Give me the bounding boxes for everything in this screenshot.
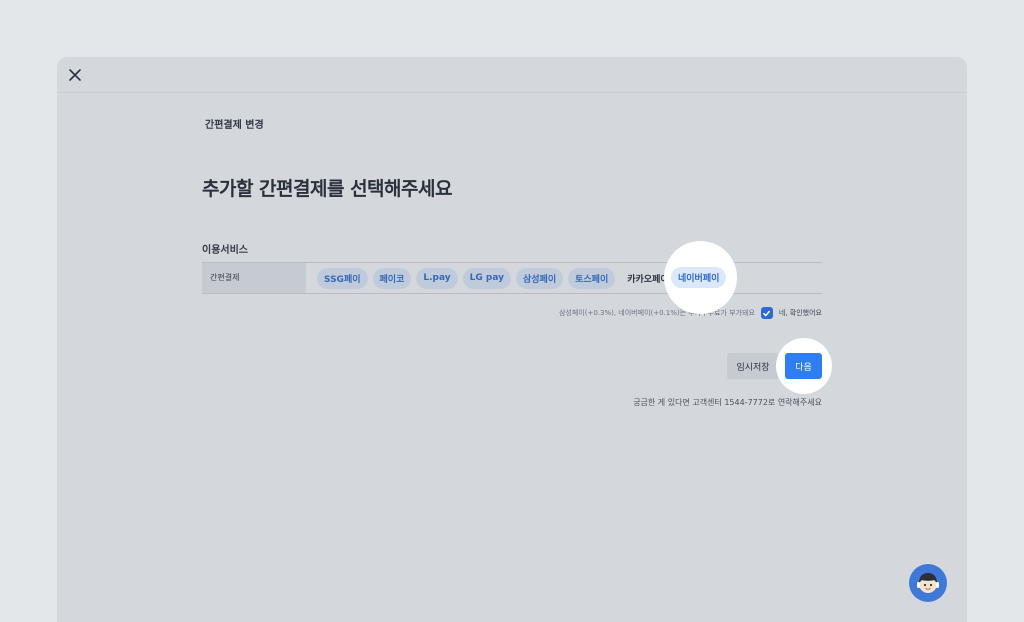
chip-ssgpay[interactable]: SSG페이 xyxy=(317,267,368,289)
support-chat-button[interactable] xyxy=(909,564,947,602)
chip-payco[interactable]: 페이코 xyxy=(372,267,412,289)
chip-lpay[interactable]: L.pay xyxy=(416,267,458,289)
confirm-checkbox[interactable] xyxy=(760,307,773,319)
section-label: 이용서비스 xyxy=(202,245,248,256)
breadcrumb: 간편결제 변경 xyxy=(205,120,264,131)
support-agent-icon xyxy=(917,573,939,593)
fee-notice-text: 삼성페이(+0.3%), 네이버페이(+0.1%)는 추가수수료가 부가돼요 xyxy=(558,309,755,317)
page-title: 추가할 간편결제를 선택해주세요 xyxy=(202,178,452,200)
chip-tosspay[interactable]: 토스페이 xyxy=(568,267,616,289)
check-icon xyxy=(763,310,771,316)
chip-samsungpay[interactable]: 삼성페이 xyxy=(516,267,564,289)
temp-save-button[interactable]: 임시저장 xyxy=(727,353,779,379)
next-button[interactable]: 다음 xyxy=(785,353,822,379)
modal-dialog: 간편결제 변경 추가할 간편결제를 선택해주세요 이용서비스 간편결제 SSG페… xyxy=(57,57,967,622)
chip-lgpay[interactable]: LG pay xyxy=(462,267,511,289)
close-icon[interactable] xyxy=(67,67,83,83)
chip-naverpay[interactable]: 네이버페이 xyxy=(671,267,727,288)
confirm-label[interactable]: 네, 확인했어요 xyxy=(779,308,822,318)
modal-content: 간편결제 변경 추가할 간편결제를 선택해주세요 이용서비스 간편결제 SSG페… xyxy=(202,57,822,622)
help-text: 궁금한 게 있다면 고객센터 1544-7772로 연락해주세요 xyxy=(633,398,822,407)
service-row-header: 간편결제 xyxy=(202,263,306,293)
payment-chip-list: SSG페이 페이코 L.pay LG pay 삼성페이 토스페이 카카오페이 xyxy=(317,267,676,289)
